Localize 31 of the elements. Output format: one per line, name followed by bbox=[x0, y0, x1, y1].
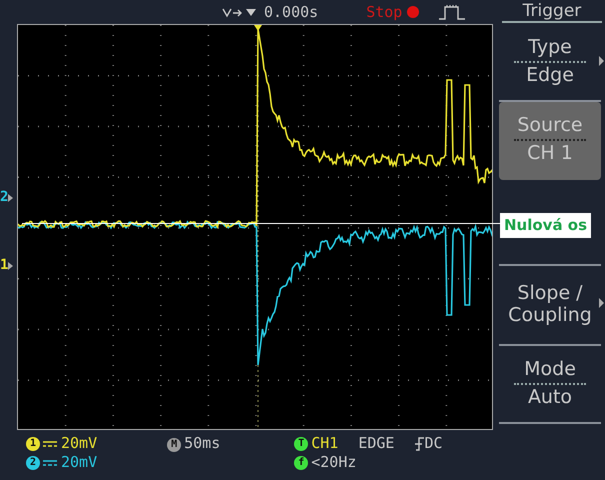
caret-icon bbox=[246, 8, 256, 16]
channel-scale: 20mV bbox=[61, 453, 98, 472]
trigger-type: EDGE bbox=[358, 434, 394, 453]
dc-coupling-icon bbox=[43, 458, 57, 466]
timebase-value: 50ms bbox=[184, 434, 220, 453]
run-state: Stop bbox=[366, 2, 402, 23]
rising-edge-icon bbox=[414, 436, 424, 451]
frequency-badge: f bbox=[294, 456, 308, 470]
annotation-label: Nulová os bbox=[500, 213, 592, 238]
timebase-badge: M bbox=[167, 438, 182, 452]
marker-arrow-icon bbox=[8, 262, 14, 270]
trigger-position: 0.000s bbox=[264, 2, 318, 23]
trigger-frequency: <20Hz bbox=[311, 453, 356, 472]
marker-arrow-icon bbox=[8, 194, 14, 202]
trigger-marker-icon bbox=[254, 25, 262, 31]
channel-badge: 2 bbox=[26, 456, 40, 470]
trigger-badge: T bbox=[294, 436, 308, 450]
channel-marker: 2 bbox=[0, 188, 8, 207]
submenu-arrow-icon bbox=[599, 298, 604, 308]
menu-title: Trigger bbox=[502, 1, 602, 23]
channel-badge: 1 bbox=[26, 436, 40, 450]
pulse-icon bbox=[438, 4, 466, 20]
channel-marker: 1 bbox=[0, 256, 8, 275]
trigger-coupling: DC bbox=[424, 434, 443, 453]
menu-softkey[interactable]: Slope / Coupling bbox=[499, 266, 601, 346]
menu-softkey[interactable]: Mode Auto bbox=[499, 346, 601, 424]
stop-dot-icon bbox=[406, 5, 420, 19]
channel-scale: 20mV bbox=[61, 434, 98, 453]
submenu-arrow-icon bbox=[599, 56, 604, 66]
trigger-source: CH1 bbox=[311, 434, 338, 453]
dc-coupling-icon bbox=[43, 440, 57, 448]
